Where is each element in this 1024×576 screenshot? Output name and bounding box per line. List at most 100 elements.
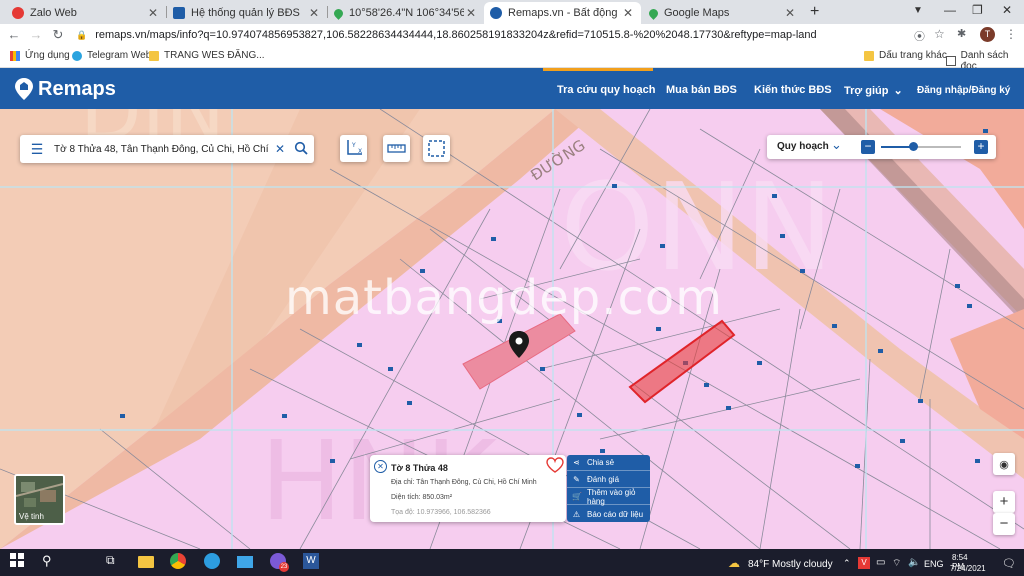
report-button[interactable]: ⚠ Báo cáo dữ liệu [567,506,650,522]
nav-help-label: Trợ giúp [844,85,889,97]
windows-start-icon[interactable] [10,553,28,571]
remaps-icon [490,7,502,19]
nav-login[interactable]: Đăng nhập/Đăng ký [917,85,1010,96]
add-to-cart-label: Thêm vào giỏ hàng [587,487,636,506]
hamburger-icon[interactable]: ☰ [20,141,54,158]
bookmark-label: Dấu trang khác [879,50,947,61]
tab-search-icon[interactable]: ▼ [913,5,923,16]
remaps-logo[interactable]: Remaps [14,77,116,101]
nav-help[interactable]: Trợ giúp ⌄ [844,84,903,97]
bookmark-trang-wes[interactable]: TRANG WES ĐĂNG... [149,50,265,61]
coordinate-tool-button[interactable]: YX [340,135,367,162]
wifi-icon[interactable]: ⌔ [892,557,901,570]
logo-pin-icon [15,78,33,100]
share-button[interactable]: ⋖ Chia sẻ [567,455,650,471]
file-explorer-icon[interactable] [138,556,154,568]
area-select-button[interactable] [423,135,450,162]
opacity-slider-handle[interactable] [909,142,918,151]
chevron-up-icon[interactable]: ⌃ [843,558,851,569]
satellite-toggle[interactable]: Vệ tinh [14,474,65,525]
tab-coordinates[interactable]: 10°58'26.4"N 106°34'56.7"E - Goo ✕ [328,2,484,24]
notification-badge: 23 [279,562,289,572]
parcel-title: Tờ 8 Thửa 48 [391,463,448,473]
notifications-icon[interactable]: 🗨 [1002,557,1016,570]
close-icon[interactable]: ✕ [374,460,387,473]
active-nav-indicator [543,68,653,71]
close-icon[interactable]: ✕ [783,6,797,20]
location-icon[interactable]: ⦿ [914,28,925,44]
reload-icon[interactable]: ↻ [50,27,66,43]
tab-title: Google Maps [664,7,730,19]
window-close-icon[interactable]: ✕ [1002,3,1012,17]
telegram-icon [72,50,82,61]
my-location-button[interactable]: ◉ [993,453,1015,475]
tab-title: Hệ thống quản lý BĐS [191,7,300,19]
clear-search-icon[interactable]: ✕ [272,142,288,156]
parcel-address: Địa chỉ: Tân Thạnh Đông, Củ Chi, Hồ Chí … [391,479,537,486]
zoom-in-button[interactable]: + [993,491,1015,513]
star-icon[interactable]: ☆ [934,27,945,41]
clock-date[interactable]: 7/24/2021 [950,564,986,573]
back-icon[interactable]: ← [6,27,22,43]
close-icon[interactable]: ✕ [146,6,160,20]
edit-icon: ✎ [573,475,580,484]
task-view-icon[interactable]: ⧉ [106,553,124,571]
battery-icon[interactable]: ▭ [876,557,885,568]
opacity-minus-button[interactable]: − [861,140,875,154]
share-icon: ⋖ [573,458,580,467]
bookmark-label: Ứng dụng [25,50,70,61]
rate-button[interactable]: ✎ Đánh giá [567,472,650,488]
new-tab-button[interactable]: + [810,3,819,21]
chrome-icon[interactable] [170,553,186,569]
search-input[interactable]: Tờ 8 Thửa 48, Tân Thạnh Đông, Củ Chi, Hồ… [54,144,272,155]
chevron-down-icon[interactable]: ⌄ [831,137,842,153]
bookmark-label: TRANG WES ĐĂNG... [164,50,265,61]
restore-icon[interactable]: ❐ [972,3,983,17]
extensions-icon[interactable]: ✱ [957,27,966,40]
close-icon[interactable]: ✕ [307,6,321,20]
mail-icon[interactable] [237,556,253,568]
edge-icon[interactable] [204,553,220,569]
language-indicator[interactable]: ENG [924,559,944,569]
target-icon: ◉ [999,459,1009,471]
bookmark-apps[interactable]: Ứng dụng [10,50,70,61]
opacity-plus-button[interactable]: + [974,140,988,154]
zoom-out-button[interactable]: − [993,513,1015,535]
nav-knowledge[interactable]: Kiến thức BĐS [754,84,832,96]
volume-icon[interactable]: 🔈 [908,557,920,568]
nav-planning-lookup[interactable]: Tra cứu quy hoạch [557,84,655,96]
svg-text:X: X [358,148,362,155]
vivaldi-tray-icon[interactable]: V [858,557,870,569]
url-text: remaps.vn/maps/info?q=10.974074856953827… [95,29,817,41]
tab-bar: Zalo Web ✕ Hệ thống quản lý BĐS ✕ 10°58'… [0,0,1024,24]
bookmark-other[interactable]: Dấu trang khác [864,50,947,61]
layer-select[interactable]: Quy hoạch [777,141,829,152]
close-icon[interactable]: ✕ [621,6,635,20]
minimize-icon[interactable]: — [944,3,956,17]
select-area-icon [428,140,445,157]
ruler-icon [387,144,406,153]
profile-avatar[interactable]: T [980,27,995,42]
search-icon[interactable]: ⚲ [42,553,60,571]
heart-icon[interactable] [546,457,564,476]
bookmark-telegram[interactable]: Telegram Web [72,50,151,61]
tab-title: Remaps.vn - Bất động sản thật [508,7,621,19]
weather-text[interactable]: 84°F Mostly cloudy [748,559,833,570]
close-icon[interactable]: ✕ [464,6,478,20]
menu-icon[interactable]: ⋮ [1005,27,1017,41]
nav-buy-sell[interactable]: Mua bán BĐS [666,84,737,96]
tab-zalo[interactable]: Zalo Web ✕ [6,2,166,24]
add-to-cart-button[interactable]: 🛒 Thêm vào giỏ hàng [567,487,650,506]
rate-label: Đánh giá [587,475,620,484]
satellite-label: Vệ tinh [19,512,44,521]
url-field[interactable]: 🔒 remaps.vn/maps/info?q=10.9740748569538… [76,27,938,43]
share-label: Chia sẻ [587,458,615,467]
word-icon[interactable]: W [303,553,319,569]
measure-tool-button[interactable] [383,135,410,162]
tab-he-thong[interactable]: Hệ thống quản lý BĐS ✕ [167,2,327,24]
tab-title: Zalo Web [30,7,77,19]
tab-remaps[interactable]: Remaps.vn - Bất động sản thật ✕ [484,2,641,24]
search-icon[interactable] [288,141,314,158]
forward-icon[interactable]: → [28,27,44,43]
tab-google-maps[interactable]: Google Maps ✕ [643,2,803,24]
